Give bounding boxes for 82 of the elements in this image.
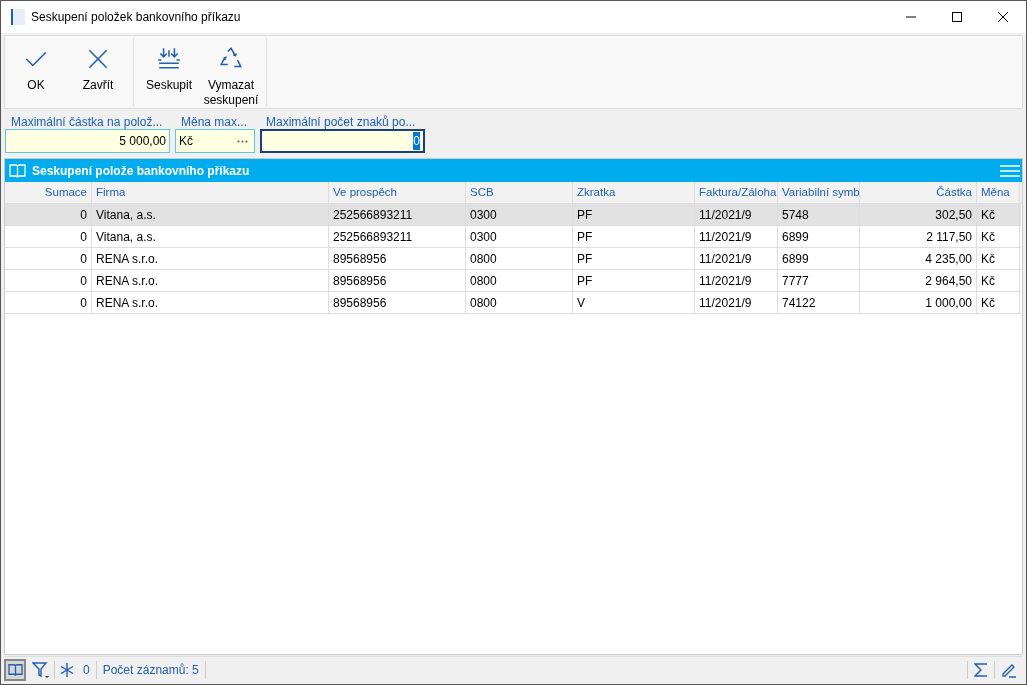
table-cell: 11/2021/9: [695, 226, 778, 247]
column-header[interactable]: Částka: [860, 182, 977, 203]
table-cell: 6899: [778, 248, 860, 269]
table-cell: 252566893211: [329, 204, 466, 225]
table-cell: 0800: [466, 270, 573, 291]
table-cell: 89568956: [329, 292, 466, 313]
column-header[interactable]: Variabilní symb: [778, 182, 860, 203]
maximize-icon[interactable]: [952, 12, 962, 22]
toolbar-button[interactable]: OK: [5, 36, 67, 108]
table-cell: RENA s.r.o.: [92, 248, 329, 269]
table-cell: PF: [573, 248, 695, 269]
table-cell: 2 117,50: [860, 226, 977, 247]
table-cell: PF: [573, 204, 695, 225]
table-cell: 0: [5, 204, 92, 225]
snowflake-icon[interactable]: [59, 661, 75, 678]
table-cell: 4 235,00: [860, 248, 977, 269]
table-cell: 89568956: [329, 248, 466, 269]
record-count: Počet záznamů: 5: [102, 661, 199, 679]
table-cell: 0300: [466, 204, 573, 225]
table-cell: 0: [5, 292, 92, 313]
input-field[interactable]: Kč: [175, 129, 255, 153]
table-cell: PF: [573, 226, 695, 247]
input-field[interactable]: 0: [260, 129, 425, 153]
table-cell: 0300: [466, 226, 573, 247]
table-cell: 0: [5, 270, 92, 291]
filter-icon[interactable]: [32, 660, 50, 679]
table-cell: 6899: [778, 226, 860, 247]
table-row[interactable]: 0 Vitana, a.s. 252566893211 0300 PF 11/2021/9 5748 302,50 Kč: [5, 204, 1021, 226]
column-header[interactable]: SCB: [466, 182, 573, 203]
more-icon[interactable]: [237, 139, 248, 143]
table-row[interactable]: 0 Vitana, a.s. 252566893211 0300 PF 11/2021/9 6899 2 117,50 Kč: [5, 226, 1021, 248]
toolbar-button[interactable]: Zavřít: [67, 36, 129, 108]
book-button[interactable]: [4, 658, 26, 681]
column-header[interactable]: Ve prospěch: [329, 182, 466, 203]
table-cell: PF: [573, 270, 695, 291]
table-cell: 89568956: [329, 270, 466, 291]
table-cell: 74122: [778, 292, 860, 313]
table-row[interactable]: 0 RENA s.r.o. 89568956 0800 V 11/2021/9 74122 1 000,00 Kč: [5, 292, 1021, 314]
table-cell: Kč: [977, 204, 1020, 225]
column-header[interactable]: Sumace: [5, 182, 92, 203]
app-logo-icon: [11, 9, 25, 25]
window-title: Seskupení položek bankovního příkazu: [31, 9, 241, 26]
field-label: Maximální částka na polož...: [10, 114, 164, 129]
table-cell: 5748: [778, 204, 860, 225]
table-cell: Kč: [977, 270, 1020, 291]
book-icon: [9, 163, 26, 178]
table-cell: Vitana, a.s.: [92, 204, 329, 225]
table-cell: 11/2021/9: [695, 270, 778, 291]
table-cell: 1 000,00: [860, 292, 977, 313]
column-header[interactable]: Měna: [977, 182, 1020, 203]
table-cell: Kč: [977, 248, 1020, 269]
input-field[interactable]: 5 000,00: [5, 129, 170, 153]
table-cell: 0: [5, 226, 92, 247]
grid-title: Seskupení polože bankovního příkazu: [32, 162, 250, 180]
toolbar-button[interactable]: Vymazat seskupení: [200, 36, 262, 108]
toolbar-button[interactable]: Seskupit: [138, 36, 200, 108]
field-label: Maximální počet znaků po...: [265, 114, 417, 129]
column-header[interactable]: Zkratka: [573, 182, 695, 203]
table-cell: 0800: [466, 292, 573, 313]
table-cell: 11/2021/9: [695, 204, 778, 225]
close-icon[interactable]: [998, 12, 1008, 22]
sum-icon[interactable]: [974, 661, 988, 678]
freeze-count: 0: [83, 661, 90, 679]
table-cell: RENA s.r.o.: [92, 292, 329, 313]
table-cell: Kč: [977, 226, 1020, 247]
table-cell: 0800: [466, 248, 573, 269]
table-cell: 11/2021/9: [695, 248, 778, 269]
table-cell: 2 964,50: [860, 270, 977, 291]
table-cell: 0: [5, 248, 92, 269]
table-cell: 252566893211: [329, 226, 466, 247]
table-row[interactable]: 0 RENA s.r.o. 89568956 0800 PF 11/2021/9 6899 4 235,00 Kč: [5, 248, 1021, 270]
column-header[interactable]: Firma: [92, 182, 329, 203]
field-label: Měna max...: [180, 114, 249, 129]
column-header[interactable]: Faktura/Záloha: [695, 182, 778, 203]
table-row[interactable]: 0 RENA s.r.o. 89568956 0800 PF 11/2021/9 7777 2 964,50 Kč: [5, 270, 1021, 292]
table-cell: Vitana, a.s.: [92, 226, 329, 247]
table-cell: 11/2021/9: [695, 292, 778, 313]
table-cell: V: [573, 292, 695, 313]
table-cell: Kč: [977, 292, 1020, 313]
table-cell: 7777: [778, 270, 860, 291]
table-cell: RENA s.r.o.: [92, 270, 329, 291]
table-cell: 302,50: [860, 204, 977, 225]
